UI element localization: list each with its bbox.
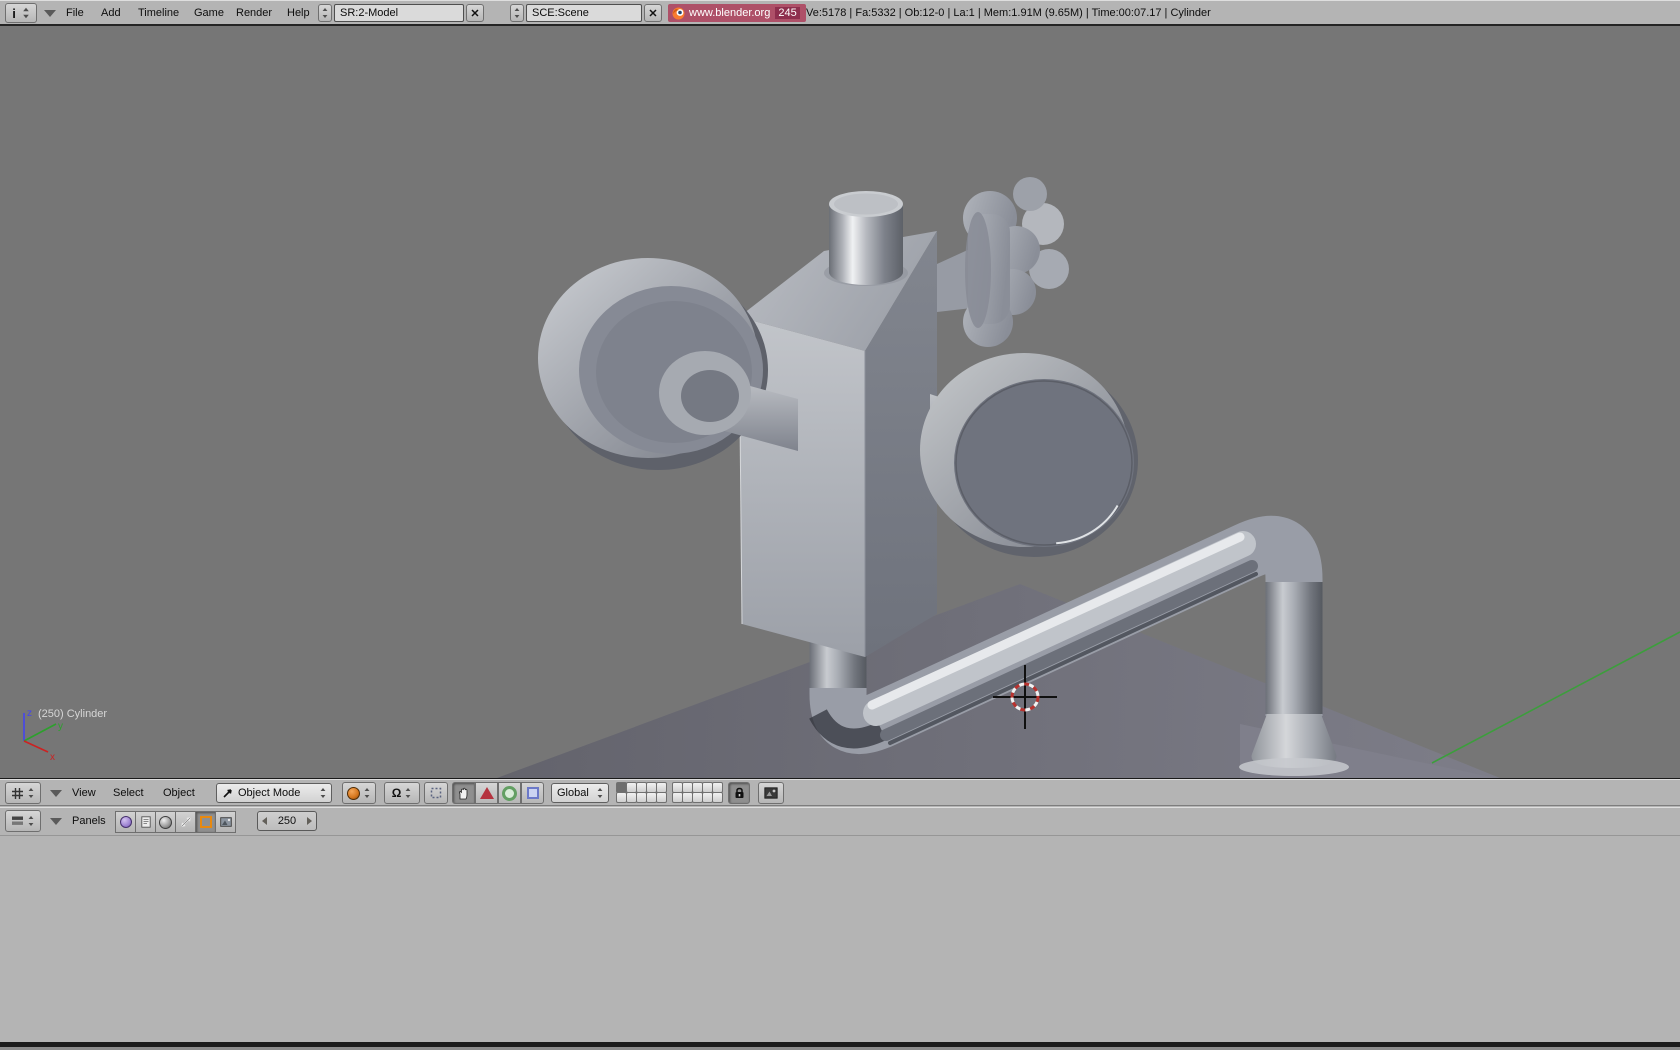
blender-logo-icon — [672, 7, 685, 19]
scene-close-button[interactable]: ✕ — [644, 4, 662, 22]
object-arrows-icon — [180, 817, 191, 827]
menu-render[interactable]: Render — [236, 7, 272, 19]
editor-type-button[interactable] — [5, 782, 41, 804]
layer-group-2 — [672, 782, 723, 803]
scale-manipulator-button[interactable] — [521, 782, 544, 804]
lock-layers-button[interactable] — [728, 782, 750, 804]
shading-context-button[interactable] — [155, 811, 176, 833]
version-banner[interactable]: www.blender.org 245 — [668, 4, 806, 22]
menu-game[interactable]: Game — [194, 7, 224, 19]
banner-site: www.blender.org — [689, 7, 771, 19]
layer-toggle[interactable] — [712, 792, 723, 803]
script-context-button[interactable] — [135, 811, 156, 833]
editing-square-icon — [199, 816, 212, 828]
top-header: i File Add Timeline Game Render Help SR:… — [0, 0, 1680, 26]
mode-dropdown[interactable]: Object Mode — [216, 783, 332, 803]
panels-menu[interactable]: Panels — [72, 815, 106, 827]
script-icon — [140, 816, 151, 828]
buttons-editor-stepper-icon — [27, 815, 35, 827]
scene-image-icon — [219, 817, 232, 827]
header-collapse-icon[interactable] — [44, 10, 56, 17]
layer-toggle[interactable] — [656, 792, 667, 803]
menu-select[interactable]: Select — [113, 787, 144, 799]
viewport-collapse-icon[interactable] — [50, 790, 62, 797]
scene-stats: Ve:5178 | Fa:5332 | Ob:12-0 | La:1 | Mem… — [806, 7, 1211, 19]
window-type-stepper-icon — [22, 7, 30, 19]
mode-icon — [223, 789, 232, 798]
object-context-button[interactable] — [175, 811, 196, 833]
editor-type-stepper-icon — [27, 787, 35, 799]
hand-icon — [458, 787, 467, 800]
frame-number-value: 250 — [277, 815, 297, 827]
menu-timeline[interactable]: Timeline — [138, 7, 179, 19]
scene-stepper[interactable] — [510, 4, 524, 22]
orientation-stepper-icon — [596, 787, 604, 799]
shading-sphere-icon — [159, 815, 172, 829]
orientation-dropdown[interactable]: Global — [551, 783, 609, 803]
menu-add[interactable]: Add — [101, 7, 121, 19]
blender-window: i File Add Timeline Game Render Help SR:… — [0, 0, 1680, 1050]
frame-decrement-icon[interactable] — [262, 817, 267, 825]
viewport-header: View Select Object Object Mode Ω Global — [0, 778, 1680, 806]
valve-body-object[interactable] — [738, 231, 937, 657]
top-cylinder-object[interactable] — [829, 191, 903, 285]
axis-z-label: z — [27, 708, 32, 719]
scene-context-button[interactable] — [215, 811, 236, 833]
frame-increment-icon[interactable] — [306, 817, 312, 825]
buttons-collapse-icon[interactable] — [50, 818, 62, 825]
draw-mode-stepper-icon — [363, 787, 371, 799]
scene-field[interactable]: SCE:Scene — [526, 4, 642, 22]
render-image-icon — [764, 787, 778, 799]
menu-file[interactable]: File — [66, 7, 84, 19]
pivot-button[interactable]: Ω — [384, 782, 420, 804]
mode-stepper-icon — [319, 787, 327, 799]
translate-manipulator-button[interactable] — [475, 782, 498, 804]
manipulator-widget-button[interactable] — [424, 782, 448, 804]
buttons-header: Panels 250 — [0, 807, 1680, 836]
pivot-icon: Ω — [391, 786, 402, 800]
menu-object[interactable]: Object — [163, 787, 195, 799]
grid-icon — [12, 787, 23, 799]
screen-field[interactable]: SR:2-Model — [334, 4, 464, 22]
buttons-editor-type-button[interactable] — [5, 810, 41, 832]
menu-help[interactable]: Help — [287, 7, 310, 19]
context-button-row — [115, 811, 236, 833]
axis-x-label: x — [50, 752, 55, 763]
rotate-manipulator-button[interactable] — [498, 782, 521, 804]
shaded-sphere-icon — [347, 786, 360, 800]
viewport-object-label: (250) Cylinder — [38, 708, 107, 720]
pivot-stepper-icon — [404, 787, 412, 799]
editing-context-button[interactable] — [195, 811, 216, 833]
screen-close-button[interactable]: ✕ — [466, 4, 484, 22]
axis-y-label: y — [58, 721, 63, 732]
info-icon: i — [12, 5, 16, 21]
translate-triangle-icon — [479, 787, 494, 799]
banner-version: 245 — [775, 7, 800, 19]
window-bottom-edge — [0, 1042, 1680, 1050]
rotate-circle-icon — [502, 785, 517, 801]
scale-square-icon — [526, 787, 539, 799]
draw-mode-button[interactable] — [342, 782, 376, 804]
screen-stepper[interactable] — [318, 4, 332, 22]
menu-view[interactable]: View — [72, 787, 96, 799]
mode-label: Object Mode — [238, 787, 301, 799]
frame-number-field[interactable]: 250 — [257, 811, 317, 831]
logic-icon — [119, 816, 132, 828]
orientation-label: Global — [557, 787, 589, 799]
render-preview-button[interactable] — [758, 782, 784, 804]
layer-group-1 — [616, 782, 667, 803]
hand-tool-button[interactable] — [452, 782, 475, 804]
buttons-panel-area: Link and Materials ME:Cylinder F OB:Cyli… — [0, 836, 1680, 1042]
window-type-button[interactable]: i — [5, 3, 37, 23]
lock-icon — [735, 787, 743, 798]
3d-viewport[interactable]: z y x (250) Cylinder — [0, 26, 1680, 778]
buttons-window-icon — [12, 816, 23, 825]
widget-icon — [430, 787, 442, 799]
logic-context-button[interactable] — [115, 811, 136, 833]
